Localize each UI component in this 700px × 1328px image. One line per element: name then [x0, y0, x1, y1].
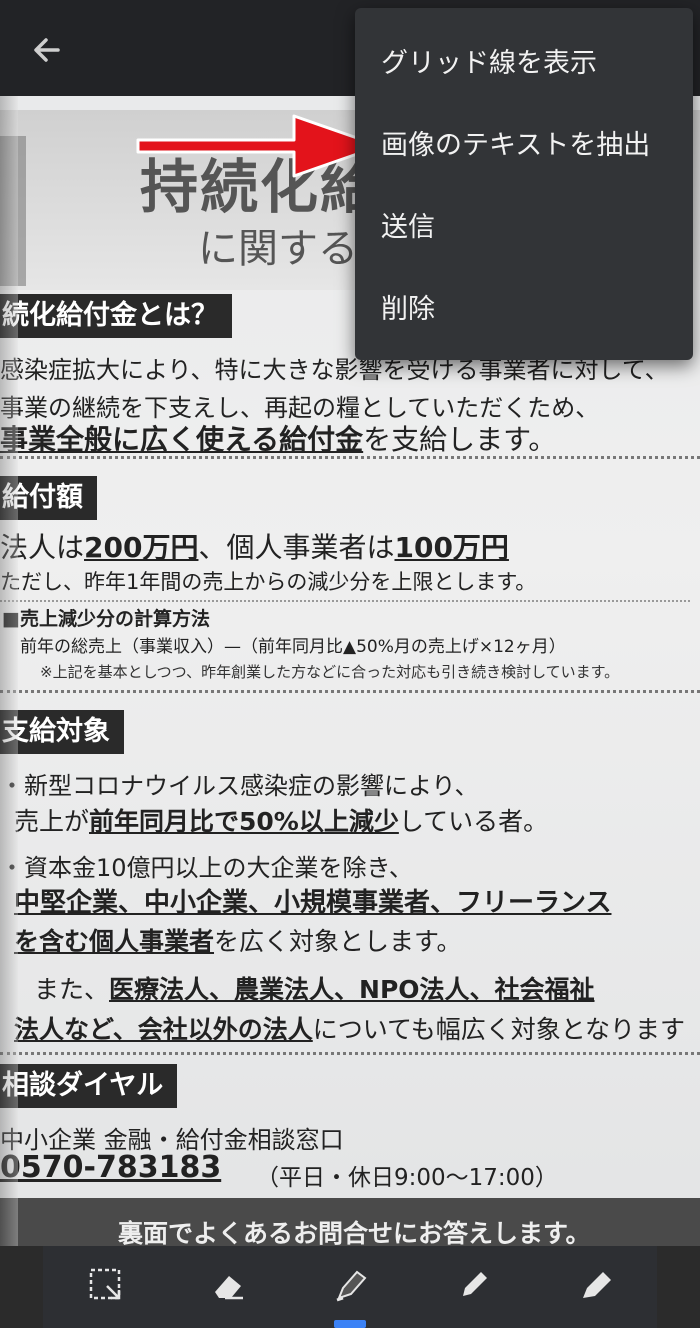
red-arrow-annotation — [136, 114, 382, 178]
section3-line5: を含む個人事業者を広く対象とします。 — [14, 922, 462, 958]
section2-line1: 法人は200万円、個人事業者は100万円 — [0, 526, 509, 566]
divider — [0, 690, 700, 693]
photo-edge-shadow — [0, 96, 18, 1246]
section3-line5-rest: を広く対象とします。 — [214, 927, 462, 956]
section2-line1-b: 200万円 — [84, 531, 199, 564]
section-heading-eligibility: 支給対象 — [0, 710, 124, 754]
divider — [0, 456, 700, 459]
section3-line2-a: 売上が — [14, 807, 90, 836]
section2-line1-c: 、個人事業者は — [198, 531, 395, 564]
section-heading-about: 続化給付金とは？ — [0, 294, 232, 338]
contact-phone: 0570-783183 — [0, 1150, 222, 1185]
section3-line3: ・資本金10億円以上の大企業を除き、 — [0, 854, 413, 882]
overflow-menu: グリッド線を表示 画像のテキストを抽出 送信 削除 — [355, 8, 693, 360]
arrow-left-icon[interactable] — [24, 26, 72, 74]
section3-line2-b: 前年同月比で50%以上減少 — [89, 807, 399, 836]
calc-heading: ■売上減少分の計算方法 — [2, 608, 210, 630]
section2-line1-d: 100万円 — [394, 531, 509, 564]
footer-text: 裏面でよくあるお問合せにお答えします。 — [118, 1219, 591, 1246]
section3-line6-a: また、 — [34, 975, 110, 1004]
menu-item-send[interactable]: 送信 — [381, 198, 681, 258]
drawing-toolbar — [43, 1246, 657, 1328]
section3-line1: ・新型コロナウイルス感染症の影響により、 — [0, 772, 479, 800]
marker-icon[interactable] — [329, 1264, 371, 1306]
section-heading-contact: 相談ダイヤル — [0, 1064, 178, 1108]
menu-item-show-grid[interactable]: グリッド線を表示 — [381, 34, 681, 94]
section3-line2-c: している者。 — [398, 807, 549, 836]
contact-hours: （平日・休日9:00〜17:00） — [256, 1165, 558, 1191]
calc-note: ※上記を基本としつつ、昨年創業した方などに合った対応も引き続き検討しています。 — [40, 663, 620, 681]
highlighter-icon[interactable] — [575, 1264, 617, 1306]
section1-line3-rest: を支給します。 — [363, 423, 557, 456]
section3-line5-bold: を含む個人事業者 — [14, 927, 215, 956]
section3-line4-bold: 中堅企業、中小企業、小規模事業者、フリーランス — [14, 888, 612, 918]
menu-item-extract-text[interactable]: 画像のテキストを抽出 — [381, 116, 681, 176]
section3-line6-bold: 医療法人、農業法人、NPO法人、社会福祉 — [109, 975, 595, 1004]
divider — [0, 600, 690, 602]
pen-icon[interactable] — [453, 1264, 495, 1306]
section1-line3: 事業全般に広く使える給付金を支給します。 — [0, 418, 556, 458]
divider — [0, 1052, 700, 1055]
section3-line7-bold: 法人など、会社以外の法人 — [14, 1015, 313, 1044]
eraser-icon[interactable] — [207, 1264, 249, 1306]
section3-line4: 中堅企業、中小企業、小規模事業者、フリーランス — [14, 882, 611, 919]
section3-line2: 売上が前年同月比で50%以上減少している者。 — [14, 802, 548, 838]
section1-line3-bold: 事業全般に広く使える給付金 — [0, 423, 364, 456]
section2-line2: ただし、昨年1年間の売上からの減少分を上限とします。 — [0, 570, 537, 594]
active-tool-indicator — [334, 1320, 366, 1328]
crop-select-icon[interactable] — [85, 1264, 127, 1306]
section3-line7: 法人など、会社以外の法人についても幅広く対象となります — [14, 1010, 685, 1046]
section3-line7-rest: についても幅広く対象となります — [312, 1015, 686, 1044]
menu-item-delete[interactable]: 削除 — [381, 280, 681, 340]
calc-formula: 前年の総売上（事業収入）—（前年同月比▲50%月の売上げ×12ヶ月） — [20, 637, 566, 657]
section3-line6: また、医療法人、農業法人、NPO法人、社会福祉 — [34, 970, 595, 1006]
